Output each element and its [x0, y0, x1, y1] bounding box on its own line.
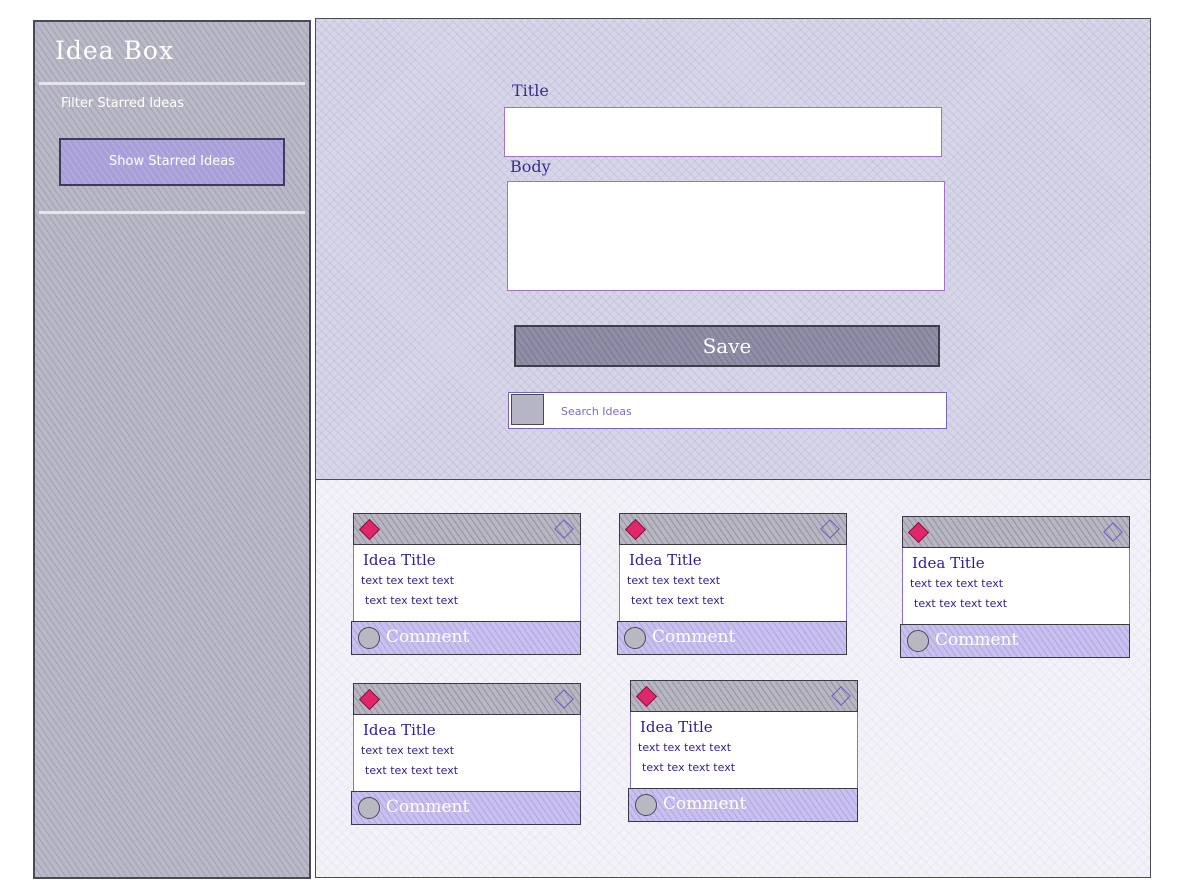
sidebar: Idea Box Filter Starred Ideas Show Starr…	[33, 20, 311, 879]
app-title: Idea Box	[55, 36, 175, 65]
star-icon[interactable]	[1103, 522, 1123, 542]
card-footer: Comment	[628, 788, 858, 822]
comment-button[interactable]: Comment	[386, 797, 469, 817]
card-header	[353, 513, 581, 545]
idea-form-panel: Title Body Save	[315, 18, 1151, 480]
delete-icon[interactable]	[358, 688, 381, 711]
card-footer: Comment	[351, 791, 581, 825]
card-title: Idea Title	[640, 718, 713, 736]
search-box	[508, 392, 947, 429]
card-text: text tex text text	[365, 764, 459, 777]
card-text: text tex text text	[365, 594, 459, 607]
card-text: text tex text text	[642, 761, 736, 774]
sidebar-divider	[39, 82, 305, 85]
title-input[interactable]	[504, 107, 942, 157]
card-title: Idea Title	[363, 721, 436, 739]
show-starred-button[interactable]: Show Starred Ideas	[59, 138, 285, 186]
comment-icon[interactable]	[358, 627, 380, 649]
idea-card: Idea Title text tex text text text tex t…	[351, 513, 581, 655]
card-footer: Comment	[900, 624, 1130, 658]
card-footer: Comment	[617, 621, 847, 655]
comment-button[interactable]: Comment	[935, 630, 1018, 650]
card-footer: Comment	[351, 621, 581, 655]
idea-card: Idea Title text tex text text text tex t…	[351, 683, 581, 825]
comment-icon[interactable]	[358, 797, 380, 819]
card-text: text tex text text	[910, 577, 1004, 590]
comment-icon[interactable]	[624, 627, 646, 649]
idea-card: Idea Title text tex text text text tex t…	[628, 680, 858, 822]
delete-icon[interactable]	[907, 521, 930, 544]
title-label: Title	[512, 81, 549, 100]
card-text: text tex text text	[361, 744, 455, 757]
card-title: Idea Title	[912, 554, 985, 572]
comment-icon[interactable]	[907, 630, 929, 652]
idea-card: Idea Title text tex text text text tex t…	[900, 516, 1130, 658]
star-icon[interactable]	[831, 686, 851, 706]
idea-card: Idea Title text tex text text text tex t…	[617, 513, 847, 655]
star-icon[interactable]	[554, 689, 574, 709]
card-text: text tex text text	[638, 741, 732, 754]
save-button[interactable]: Save	[514, 325, 940, 367]
comment-icon[interactable]	[635, 794, 657, 816]
search-input[interactable]	[559, 397, 933, 425]
body-input[interactable]	[507, 181, 945, 291]
ideas-list-panel: Idea Title text tex text text text tex t…	[315, 480, 1151, 878]
comment-button[interactable]: Comment	[386, 627, 469, 647]
card-text: text tex text text	[627, 574, 721, 587]
card-text: text tex text text	[361, 574, 455, 587]
comment-button[interactable]: Comment	[663, 794, 746, 814]
card-header	[902, 516, 1130, 548]
delete-icon[interactable]	[624, 518, 647, 541]
search-icon[interactable]	[511, 394, 544, 425]
card-text: text tex text text	[631, 594, 725, 607]
delete-icon[interactable]	[358, 518, 381, 541]
body-label: Body	[510, 157, 551, 176]
sidebar-divider	[39, 211, 305, 214]
star-icon[interactable]	[820, 519, 840, 539]
card-header	[630, 680, 858, 712]
card-text: text tex text text	[914, 597, 1008, 610]
comment-button[interactable]: Comment	[652, 627, 735, 647]
delete-icon[interactable]	[635, 685, 658, 708]
card-title: Idea Title	[363, 551, 436, 569]
card-header	[353, 683, 581, 715]
card-title: Idea Title	[629, 551, 702, 569]
star-icon[interactable]	[554, 519, 574, 539]
filter-label: Filter Starred Ideas	[61, 96, 185, 111]
card-header	[619, 513, 847, 545]
